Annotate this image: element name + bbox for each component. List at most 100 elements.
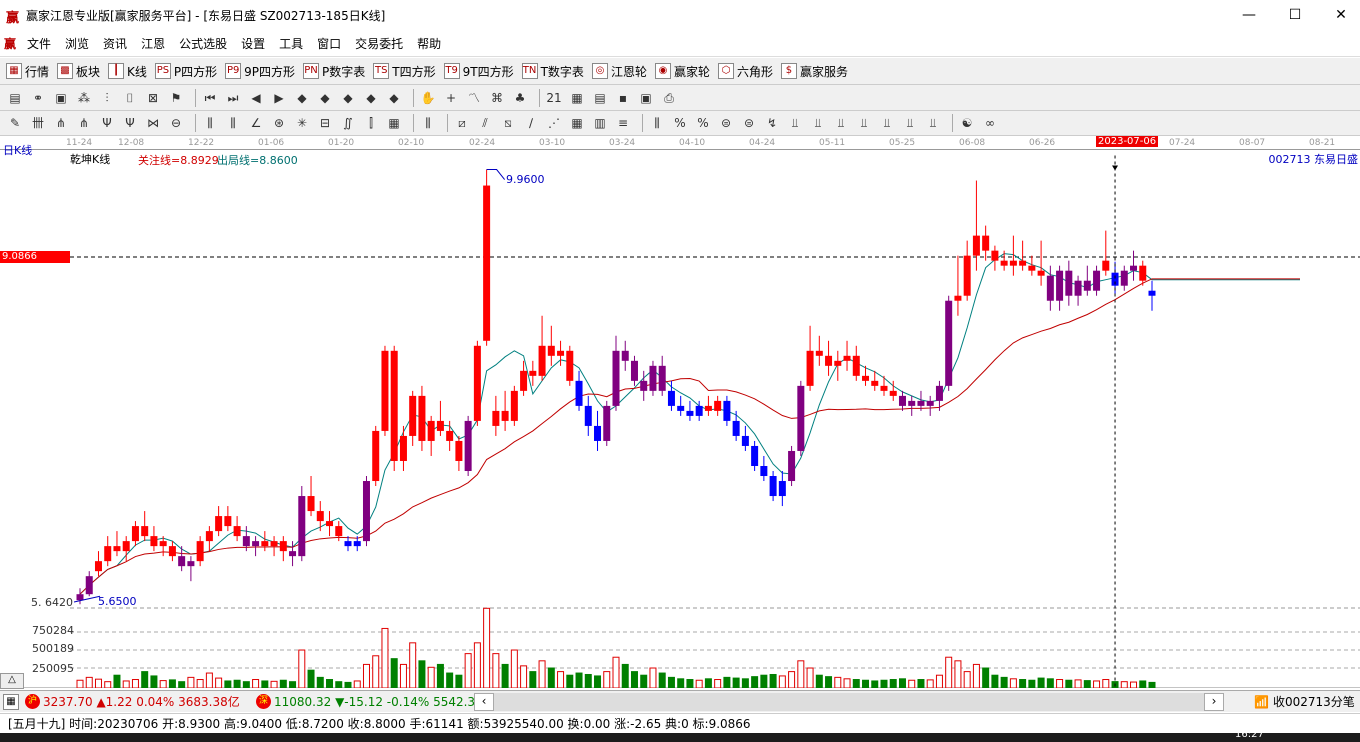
- candle-body[interactable]: [242, 536, 250, 547]
- toolbar-button-3[interactable]: PS P四方形: [154, 63, 217, 80]
- document-icon[interactable]: ▣: [52, 89, 70, 107]
- candle-body[interactable]: [954, 295, 962, 301]
- candle-body[interactable]: [390, 350, 398, 461]
- menu-window[interactable]: 窗口: [310, 35, 348, 52]
- link-icon[interactable]: ⚭: [29, 89, 47, 107]
- candle-body[interactable]: [603, 405, 611, 441]
- candle-body[interactable]: [649, 365, 657, 391]
- candle-body[interactable]: [168, 546, 176, 557]
- candle-body[interactable]: [455, 440, 463, 461]
- grid-icon[interactable]: 卌: [29, 114, 47, 132]
- candle-body[interactable]: [1046, 275, 1054, 301]
- menu-settings[interactable]: 设置: [234, 35, 272, 52]
- candle-body[interactable]: [723, 400, 731, 421]
- candle-body[interactable]: [196, 541, 204, 562]
- calc-icon[interactable]: ▦: [568, 89, 586, 107]
- candle-body[interactable]: [529, 370, 537, 376]
- candle-body[interactable]: [991, 250, 999, 261]
- candle-body[interactable]: [557, 350, 565, 356]
- tool7-icon[interactable]: ⫫: [924, 114, 942, 132]
- toolbar-button-10[interactable]: ◉ 赢家轮: [654, 63, 710, 80]
- candle-body[interactable]: [686, 410, 694, 416]
- candle-body[interactable]: [492, 410, 500, 426]
- candle-body[interactable]: [908, 400, 916, 406]
- angle-icon[interactable]: ∠: [247, 114, 265, 132]
- candle-body[interactable]: [584, 405, 592, 426]
- pitch-icon[interactable]: ⋈: [144, 114, 162, 132]
- gann-icon[interactable]: ⊜: [717, 114, 735, 132]
- fan2-icon[interactable]: ⋔: [75, 114, 93, 132]
- table2-icon[interactable]: ▦: [568, 114, 586, 132]
- trend-icon[interactable]: 〽: [465, 89, 483, 107]
- candle-body[interactable]: [261, 541, 269, 547]
- tool5-icon[interactable]: ⫫: [878, 114, 896, 132]
- lines3-icon[interactable]: ≡: [614, 114, 632, 132]
- candle-body[interactable]: [418, 395, 426, 441]
- candle-body[interactable]: [760, 465, 768, 477]
- candle-body[interactable]: [843, 355, 851, 361]
- candle-body[interactable]: [224, 516, 232, 527]
- minimize-button[interactable]: —: [1226, 0, 1272, 30]
- horizontal-scrollbar[interactable]: [494, 692, 1204, 711]
- candle-body[interactable]: [104, 546, 112, 562]
- diamond4-icon[interactable]: ◆: [362, 89, 380, 107]
- candle-body[interactable]: [252, 541, 260, 547]
- candle-body[interactable]: [1028, 265, 1036, 271]
- maximize-button[interactable]: ☐: [1272, 0, 1318, 30]
- candle-body[interactable]: [298, 496, 306, 557]
- candle-body[interactable]: [1037, 270, 1045, 276]
- toolbar-button-1[interactable]: ▩ 板块: [57, 63, 100, 80]
- scroll-right-button[interactable]: ›: [1204, 692, 1224, 711]
- candle-body[interactable]: [594, 425, 602, 441]
- candle-body[interactable]: [1083, 280, 1091, 291]
- candle-body[interactable]: [289, 551, 297, 557]
- candle-body[interactable]: [612, 350, 620, 406]
- candle-body[interactable]: [131, 526, 139, 542]
- lines-icon[interactable]: ⫼: [201, 114, 219, 132]
- toolbar-button-5[interactable]: PN P数字表: [303, 63, 365, 80]
- candle-body[interactable]: [880, 385, 888, 391]
- candle-body[interactable]: [815, 350, 823, 356]
- bars2-icon[interactable]: ⫿: [362, 114, 380, 132]
- diamond2-icon[interactable]: ◆: [316, 89, 334, 107]
- candle-body[interactable]: [1102, 260, 1110, 271]
- tool4-icon[interactable]: ⫫: [855, 114, 873, 132]
- candle-body[interactable]: [575, 380, 583, 406]
- menu-gann[interactable]: 江恩: [134, 35, 172, 52]
- percent-icon[interactable]: %: [671, 114, 689, 132]
- menu-formula[interactable]: 公式选股: [172, 35, 234, 52]
- arrow-icon[interactable]: ↯: [763, 114, 781, 132]
- candle-body[interactable]: [381, 350, 389, 431]
- lattice-icon[interactable]: ⌘: [488, 89, 506, 107]
- candle-body[interactable]: [741, 435, 749, 446]
- candle-body[interactable]: [399, 435, 407, 461]
- candle-body[interactable]: [113, 546, 121, 552]
- scroll-left-button[interactable]: ‹: [474, 692, 494, 711]
- candle-body[interactable]: [353, 541, 361, 547]
- fork2-icon[interactable]: Ψ: [121, 114, 139, 132]
- toolbar-button-12[interactable]: $ 赢家服务: [780, 63, 848, 80]
- next-icon[interactable]: ▶: [270, 89, 288, 107]
- hand-icon[interactable]: ✋: [419, 89, 437, 107]
- diamond3-icon[interactable]: ◆: [339, 89, 357, 107]
- candle-body[interactable]: [1130, 265, 1138, 271]
- candle-body[interactable]: [825, 355, 833, 366]
- calendar-icon[interactable]: 21: [545, 89, 563, 107]
- fibo-icon[interactable]: ⋰: [545, 114, 563, 132]
- candle-body[interactable]: [630, 360, 638, 381]
- candle-body[interactable]: [85, 576, 93, 595]
- fork-icon[interactable]: Ψ: [98, 114, 116, 132]
- candle-body[interactable]: [935, 385, 943, 401]
- candle-body[interactable]: [233, 526, 241, 537]
- menu-file[interactable]: 文件: [20, 35, 58, 52]
- candle-body[interactable]: [732, 420, 740, 436]
- menu-news[interactable]: 资讯: [96, 35, 134, 52]
- candle-body[interactable]: [917, 400, 925, 406]
- monitor-icon[interactable]: ▣: [637, 89, 655, 107]
- candle-body[interactable]: [510, 390, 518, 421]
- toolbar-button-6[interactable]: TS T四方形: [373, 63, 436, 80]
- tool3-icon[interactable]: ⫫: [832, 114, 850, 132]
- candle-body[interactable]: [344, 541, 352, 547]
- candle-body[interactable]: [316, 511, 324, 522]
- candle-body[interactable]: [1120, 270, 1128, 286]
